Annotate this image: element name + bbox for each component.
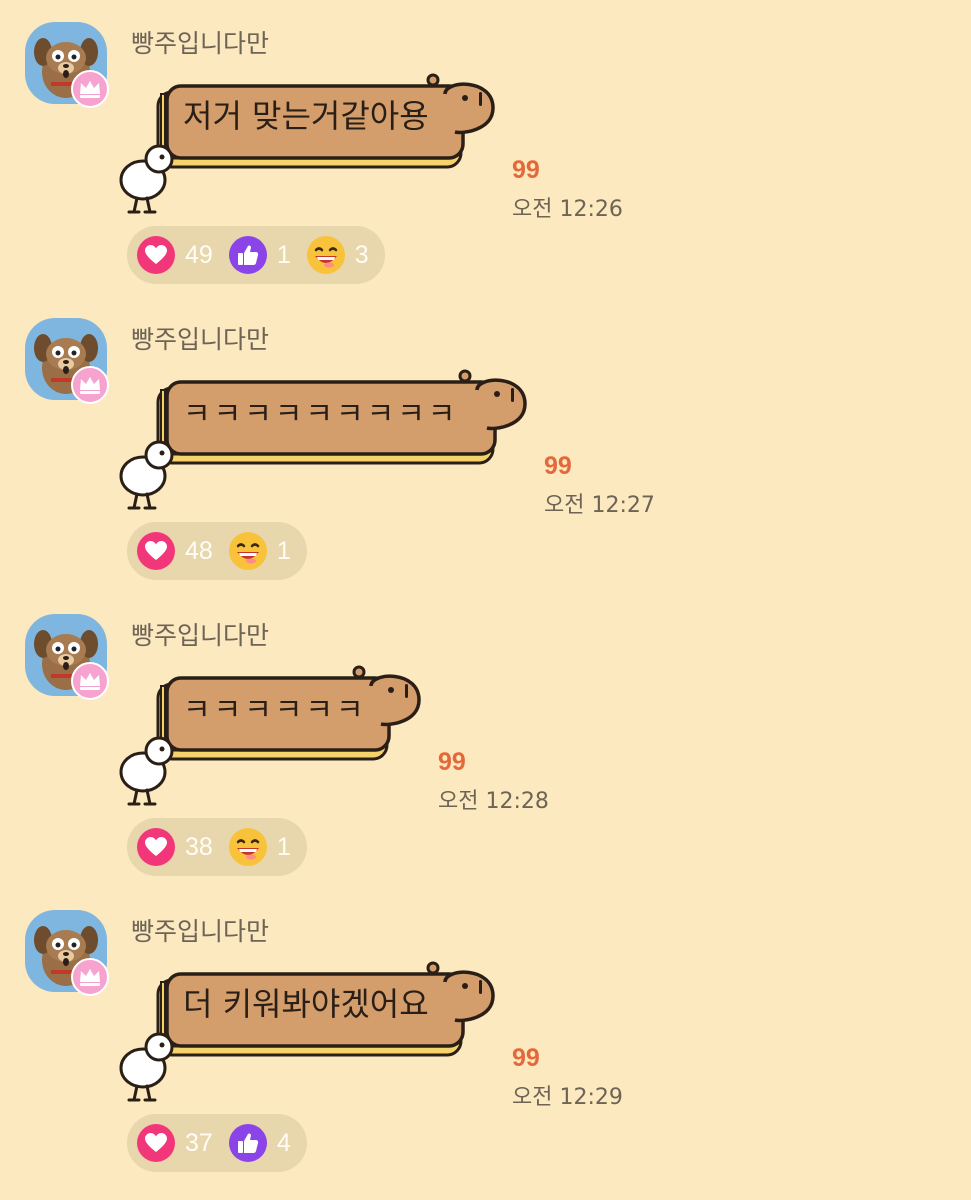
avatar[interactable] [25, 22, 109, 108]
unread-count: 99 [512, 156, 540, 184]
reaction-count: 48 [185, 536, 213, 565]
reaction-count: 37 [185, 1128, 213, 1157]
thumbs-up-icon [228, 1124, 267, 1162]
message-meta: 99 오전 12:27 [544, 454, 655, 519]
reaction-laugh[interactable]: 1 [228, 828, 291, 866]
thumbs-up-icon [228, 236, 267, 274]
message-meta: 99 오전 12:28 [438, 750, 549, 815]
reaction-laugh[interactable]: 3 [306, 236, 369, 274]
reaction-heart[interactable]: 38 [137, 828, 213, 866]
avatar[interactable] [25, 318, 109, 404]
unread-count: 99 [438, 748, 466, 776]
heart-icon [137, 1124, 175, 1162]
sender-name: 빵주입니다만 [131, 325, 270, 354]
capybara-bubble-icon [119, 369, 527, 510]
chat-message: 빵주입니다만 ㅋㅋㅋㅋㅋㅋㅋㅋㅋ 99 오전 12:27 48 1 [0, 296, 971, 592]
laughing-face-icon [306, 236, 345, 274]
chat-message: 빵주입니다만 저거 맞는거같아용 99 오전 12:26 49 1 3 [0, 0, 971, 296]
reaction-thumbs-up[interactable]: 4 [228, 1124, 291, 1162]
reaction-bar: 38 1 [127, 818, 307, 876]
reaction-count: 3 [354, 240, 369, 269]
capybara-bubble-icon [119, 665, 421, 806]
heart-icon [137, 236, 175, 274]
reaction-heart[interactable]: 37 [137, 1124, 213, 1162]
reaction-laugh[interactable]: 1 [228, 532, 291, 570]
reaction-count: 38 [185, 832, 213, 861]
sender-name: 빵주입니다만 [131, 29, 270, 58]
crown-icon [71, 662, 109, 700]
timestamp: 오전 12:27 [544, 493, 655, 518]
message-text: 저거 맞는거같아용 [183, 97, 429, 135]
timestamp: 오전 12:29 [512, 1085, 623, 1110]
timestamp: 오전 12:26 [512, 197, 623, 222]
avatar[interactable] [25, 910, 109, 996]
reaction-thumbs-up[interactable]: 1 [228, 236, 291, 274]
sender-name: 빵주입니다만 [131, 621, 270, 650]
capybara-bubble-icon [119, 73, 495, 214]
reaction-bar: 48 1 [127, 522, 307, 580]
message-meta: 99 오전 12:29 [512, 1046, 623, 1111]
reaction-count: 49 [185, 240, 213, 269]
sender-name: 빵주입니다만 [131, 917, 270, 946]
message-text: 더 키워봐야겠어요 [183, 985, 429, 1023]
laughing-face-icon [228, 828, 267, 866]
timestamp: 오전 12:28 [438, 789, 549, 814]
heart-icon [137, 828, 175, 866]
crown-icon [71, 70, 109, 108]
reaction-count: 1 [276, 832, 291, 861]
message-text: ㅋㅋㅋㅋㅋㅋㅋㅋㅋ [183, 397, 459, 432]
laughing-face-icon [228, 532, 267, 570]
chat-message: 빵주입니다만 ㅋㅋㅋㅋㅋㅋ 99 오전 12:28 38 1 [0, 592, 971, 888]
reaction-bar: 37 4 [127, 1114, 307, 1172]
chat-message: 빵주입니다만 더 키워봐야겠어요 99 오전 12:29 37 4 [0, 888, 971, 1184]
heart-icon [137, 532, 175, 570]
reaction-count: 1 [276, 240, 291, 269]
message-meta: 99 오전 12:26 [512, 158, 623, 223]
unread-count: 99 [544, 452, 572, 480]
reaction-heart[interactable]: 48 [137, 532, 213, 570]
reaction-bar: 49 1 3 [127, 226, 385, 284]
unread-count: 99 [512, 1044, 540, 1072]
capybara-bubble-icon [119, 961, 495, 1102]
avatar[interactable] [25, 614, 109, 700]
crown-icon [71, 366, 109, 404]
reaction-heart[interactable]: 49 [137, 236, 213, 274]
reaction-count: 4 [276, 1128, 291, 1157]
message-text: ㅋㅋㅋㅋㅋㅋ [183, 693, 367, 728]
crown-icon [71, 958, 109, 996]
reaction-count: 1 [276, 536, 291, 565]
